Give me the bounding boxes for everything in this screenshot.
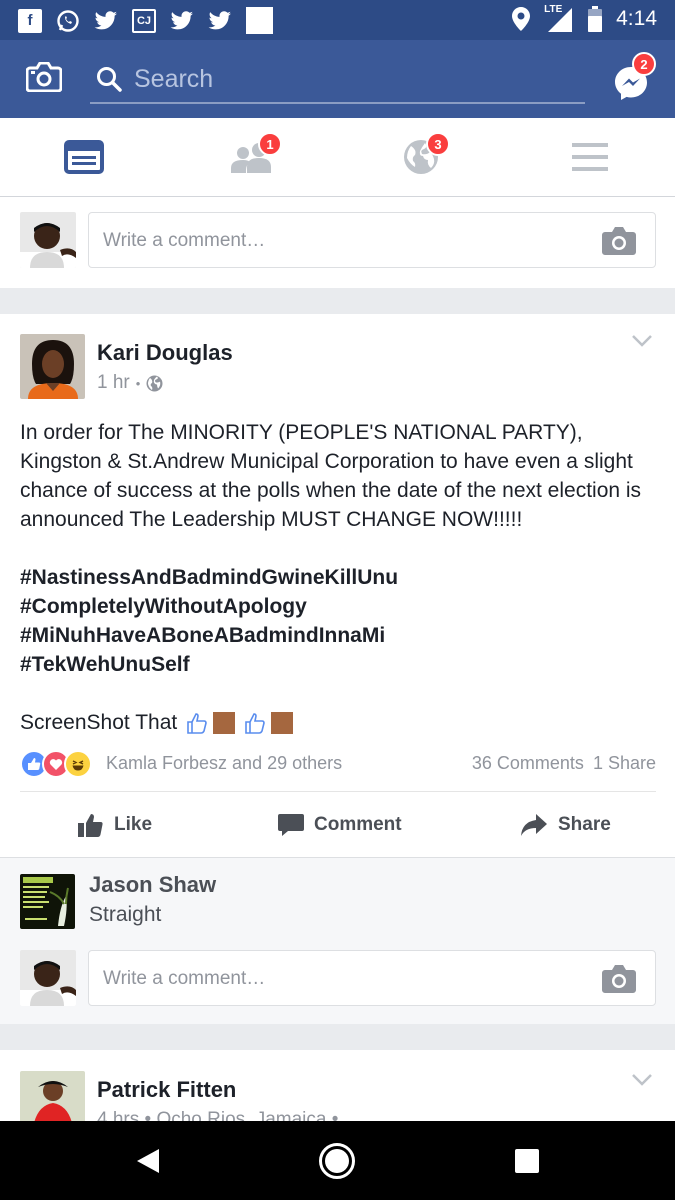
tab-notifications[interactable]: 3 bbox=[337, 118, 505, 196]
facebook-icon: f bbox=[18, 8, 42, 33]
author-avatar[interactable] bbox=[20, 334, 85, 399]
chevron-down-icon[interactable] bbox=[631, 1073, 653, 1087]
battery-icon bbox=[588, 6, 603, 32]
app-header: 2 bbox=[0, 40, 675, 118]
skin-tone-emoji bbox=[271, 712, 294, 734]
comment-count[interactable]: 36 Comments bbox=[472, 753, 584, 773]
hashtag[interactable]: #MiNuhHaveABoneABadmindInnaMi bbox=[20, 621, 398, 650]
engagement-counts: 36 Comments 1 Share bbox=[472, 753, 656, 774]
comment-placeholder: Write a comment… bbox=[103, 230, 266, 251]
closing-text: ScreenShot That bbox=[20, 711, 178, 734]
home-circle-icon bbox=[319, 1142, 355, 1179]
post-meta: 1 hr • bbox=[97, 372, 163, 394]
feed-post: Patrick Fitten 4 hrs • Ocho Rios, Jamaic… bbox=[0, 1050, 675, 1122]
reaction-icons bbox=[20, 750, 92, 778]
haha-reaction-icon bbox=[64, 750, 92, 778]
thumbs-up-icon bbox=[78, 813, 103, 837]
search-input[interactable] bbox=[134, 62, 574, 96]
post-actions: Like Comment Share bbox=[0, 792, 675, 857]
recents-button[interactable] bbox=[487, 1121, 567, 1200]
public-globe-icon bbox=[146, 375, 163, 391]
comment-text: Straight bbox=[89, 903, 162, 926]
reaction-names: Kamla Forbesz and 29 others bbox=[106, 753, 343, 773]
camera-icon[interactable] bbox=[601, 964, 637, 994]
menu-icon bbox=[572, 143, 608, 171]
android-nav-bar bbox=[0, 1121, 675, 1200]
feed-post: Kari Douglas 1 hr • In order for The MIN… bbox=[0, 314, 675, 857]
location-icon bbox=[512, 7, 531, 31]
like-button[interactable]: Like bbox=[78, 792, 152, 857]
search-icon bbox=[97, 67, 122, 92]
twitter-icon bbox=[94, 9, 118, 33]
post-author[interactable]: Patrick Fitten bbox=[97, 1077, 236, 1103]
clock: 4:14 bbox=[616, 7, 657, 30]
cj-app-icon: CJ bbox=[132, 8, 156, 33]
post-hashtags: #NastinessAndBadmindGwineKillUnu #Comple… bbox=[20, 563, 398, 679]
avatar bbox=[20, 950, 76, 1006]
recents-square-icon bbox=[515, 1148, 539, 1173]
notification-icons: f CJ bbox=[18, 7, 273, 34]
home-button[interactable] bbox=[297, 1121, 377, 1200]
reactions-summary[interactable]: Kamla Forbesz and 29 others 36 Comments … bbox=[20, 750, 656, 780]
comments-section: Jason Shaw Straight Write a comment… bbox=[0, 857, 675, 1024]
friend-requests-badge: 1 bbox=[258, 132, 282, 156]
news-feed-icon bbox=[64, 140, 104, 174]
comment-label: Comment bbox=[314, 813, 402, 835]
lte-signal-icon: LTE bbox=[544, 4, 574, 32]
like-label: Like bbox=[114, 813, 153, 835]
hashtag[interactable]: #TekWehUnuSelf bbox=[20, 650, 398, 679]
twitter-icon bbox=[208, 9, 232, 33]
reply-input[interactable]: Write a comment… bbox=[88, 950, 656, 1006]
share-arrow-icon bbox=[521, 813, 547, 836]
hashtag[interactable]: #NastinessAndBadmindGwineKillUnu bbox=[20, 563, 398, 592]
whatsapp-icon bbox=[56, 9, 80, 33]
reply-placeholder: Write a comment… bbox=[103, 968, 266, 989]
post-body: In order for The MINORITY (PEOPLE'S NATI… bbox=[20, 421, 642, 531]
post-closing-line: ScreenShot That bbox=[20, 711, 294, 735]
comment-composer: Write a comment… bbox=[0, 197, 675, 288]
avatar bbox=[20, 212, 76, 268]
tab-friend-requests[interactable]: 1 bbox=[168, 118, 336, 196]
author-avatar[interactable] bbox=[20, 1071, 85, 1122]
camera-icon bbox=[25, 61, 63, 93]
tab-more[interactable] bbox=[506, 118, 674, 196]
share-count[interactable]: 1 Share bbox=[593, 753, 656, 773]
twitter-icon bbox=[170, 9, 194, 33]
share-button[interactable]: Share bbox=[520, 792, 611, 857]
post-time[interactable]: 1 hr bbox=[97, 372, 130, 394]
comment-icon bbox=[278, 813, 304, 836]
back-button[interactable] bbox=[108, 1121, 188, 1200]
hashtag[interactable]: #CompletelyWithoutApology bbox=[20, 592, 398, 621]
search-bar[interactable] bbox=[90, 60, 585, 104]
comment-button[interactable]: Comment bbox=[278, 792, 402, 857]
commenter-avatar[interactable] bbox=[20, 874, 75, 929]
thumbs-up-outline-emoji bbox=[245, 713, 266, 734]
blank-notification-icon bbox=[246, 7, 273, 34]
thumbs-up-outline-emoji bbox=[187, 713, 208, 734]
camera-icon[interactable] bbox=[601, 226, 637, 256]
status-bar: f CJ LTE 4:14 bbox=[0, 0, 675, 40]
comment-input[interactable]: Write a comment… bbox=[88, 212, 656, 268]
back-triangle-icon bbox=[137, 1148, 159, 1173]
tab-news-feed[interactable] bbox=[0, 118, 168, 196]
post-author[interactable]: Kari Douglas bbox=[97, 340, 233, 366]
camera-button[interactable] bbox=[25, 61, 63, 93]
comment-author[interactable]: Jason Shaw bbox=[89, 872, 216, 898]
tab-bar: 1 3 bbox=[0, 118, 675, 197]
messenger-badge: 2 bbox=[632, 52, 656, 76]
meta-separator: • bbox=[135, 375, 141, 391]
notifications-badge: 3 bbox=[426, 132, 450, 156]
messenger-button[interactable]: 2 bbox=[612, 52, 656, 102]
system-indicators: LTE 4:14 bbox=[512, 4, 657, 32]
skin-tone-emoji bbox=[213, 712, 236, 734]
chevron-down-icon[interactable] bbox=[631, 334, 653, 348]
share-label: Share bbox=[558, 813, 611, 835]
